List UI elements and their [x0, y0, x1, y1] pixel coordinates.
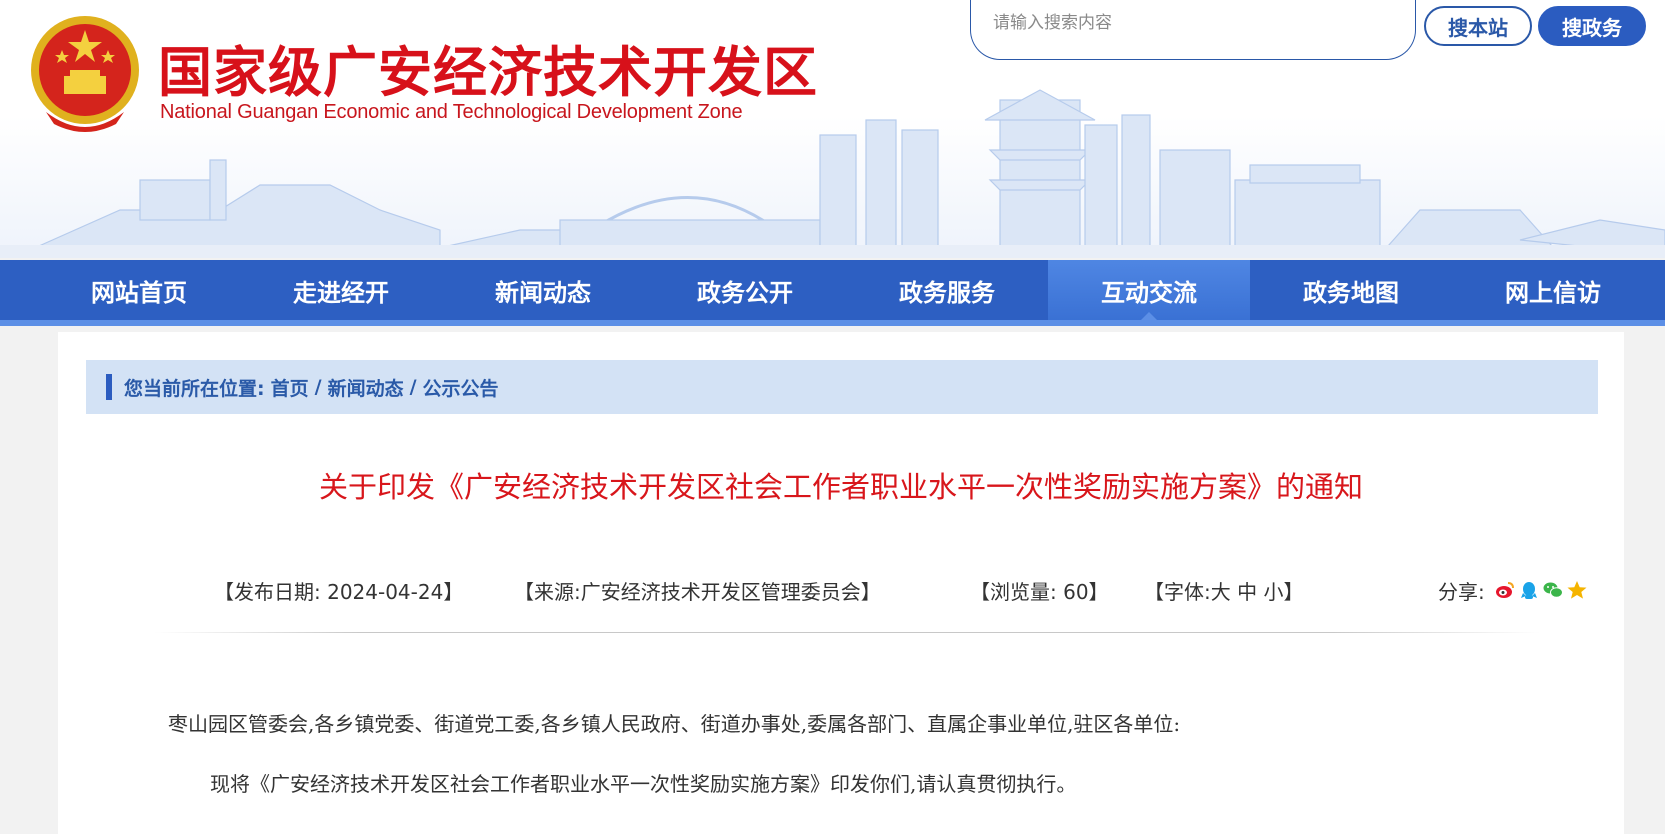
publish-date: 【发布日期: 2024-04-24】 — [214, 580, 464, 604]
font-size-suffix: 】 — [1283, 580, 1304, 604]
breadcrumb-separator: / — [314, 376, 322, 398]
search-gov-button[interactable]: 搜政务 — [1538, 6, 1646, 46]
site-subtitle: National Guangan Economic and Technologi… — [160, 101, 743, 123]
meta-divider — [154, 632, 1540, 633]
font-size-medium-link[interactable]: 中 — [1237, 580, 1257, 604]
nav-item-gov-map[interactable]: 政务地图 — [1250, 260, 1452, 320]
nav-item-petition[interactable]: 网上信访 — [1452, 260, 1654, 320]
site-title: 国家级广安经济技术开发区 — [158, 41, 818, 104]
favorite-star-icon[interactable] — [1566, 579, 1588, 601]
main-nav: 网站首页 走进经开 新闻动态 政务公开 政务服务 互动交流 政务地图 网上信访 — [0, 260, 1665, 326]
nav-item-gov-affairs[interactable]: 政务公开 — [644, 260, 846, 320]
view-count: 【浏览量: 60】 — [970, 580, 1109, 604]
national-emblem-logo — [31, 16, 139, 132]
breadcrumb-separator: / — [409, 376, 417, 398]
breadcrumb-news-link[interactable]: 新闻动态 — [328, 374, 404, 401]
search-site-button[interactable]: 搜本站 — [1424, 6, 1532, 46]
weibo-icon[interactable] — [1494, 579, 1516, 601]
share-label: 分享: — [1438, 580, 1485, 604]
breadcrumb-prefix: 您当前所在位置: — [124, 377, 265, 400]
nav-item-gov-services[interactable]: 政务服务 — [846, 260, 1048, 320]
article-paragraph: 枣山园区管委会,各乡镇党委、街道党工委,各乡镇人民政府、街道办事处,委属各部门、… — [168, 712, 1181, 736]
qq-icon[interactable] — [1518, 579, 1540, 601]
article-meta: 【发布日期: 2024-04-24】 【来源:广安经济技术开发区管理委员会】 【… — [214, 576, 1594, 606]
article-title: 关于印发《广安经济技术开发区社会工作者职业水平一次性奖励实施方案》的通知 — [318, 470, 1363, 504]
article-source: 【来源:广安经济技术开发区管理委员会】 — [514, 580, 881, 604]
breadcrumb-home-link[interactable]: 首页 — [271, 374, 309, 401]
nav-item-news[interactable]: 新闻动态 — [442, 260, 644, 320]
breadcrumb-marker — [106, 374, 112, 400]
breadcrumb: 您当前所在位置: 首页 / 新闻动态 / 公示公告 — [86, 360, 1598, 414]
font-size-prefix: 【字体: — [1144, 580, 1211, 604]
search-input[interactable] — [993, 8, 1373, 38]
breadcrumb-notice-link[interactable]: 公示公告 — [423, 374, 499, 401]
wechat-icon[interactable] — [1542, 579, 1564, 601]
nav-item-home[interactable]: 网站首页 — [38, 260, 240, 320]
font-size-large-link[interactable]: 大 — [1211, 580, 1231, 604]
main-content: 您当前所在位置: 首页 / 新闻动态 / 公示公告 关于印发《广安经济技术开发区… — [58, 332, 1624, 834]
article-paragraph: 现将《广安经济技术开发区社会工作者职业水平一次性奖励实施方案》印发你们,请认真贯… — [210, 772, 1077, 796]
site-header: 国家级广安经济技术开发区 National Guangan Economic a… — [0, 0, 1665, 258]
share-icons — [1494, 579, 1588, 601]
nav-item-interaction[interactable]: 互动交流 — [1048, 260, 1250, 320]
font-size-controls: 【字体:大 中 小】 — [1144, 576, 1303, 605]
nav-item-about[interactable]: 走进经开 — [240, 260, 442, 320]
search-box — [970, 0, 1416, 60]
font-size-small-link[interactable]: 小 — [1263, 580, 1283, 604]
